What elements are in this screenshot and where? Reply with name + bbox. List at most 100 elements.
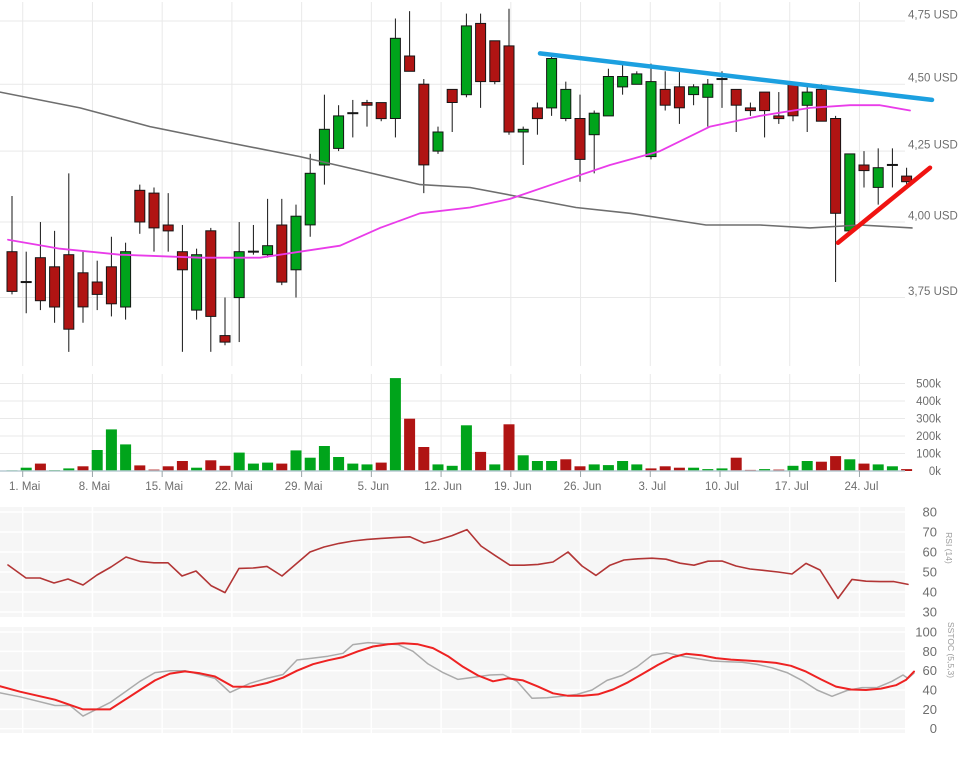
candle-up — [305, 173, 315, 225]
volume-bar — [205, 460, 216, 471]
volume-bar — [631, 464, 642, 471]
candle-down — [774, 116, 784, 119]
stoch-panel-bg — [0, 627, 905, 733]
volume-axis-label: 400k — [916, 396, 941, 408]
volume-bar — [844, 459, 855, 471]
candle-up — [263, 246, 273, 255]
date-axis-label: 17. Jul — [775, 481, 809, 493]
volume-bar — [461, 425, 472, 471]
date-axis-label: 12. Jun — [424, 481, 462, 493]
date-axis-label: 1. Mai — [9, 481, 40, 493]
volume-bar — [873, 464, 884, 471]
candle-down — [504, 46, 514, 132]
volume-bar — [433, 464, 444, 471]
candle-down — [206, 231, 216, 317]
volume-axis-label: 100k — [916, 449, 941, 461]
volume-axis: 500k 400k 300k 200k 100k 0k — [916, 379, 941, 479]
volume-bar — [305, 458, 316, 471]
volume-bar — [120, 444, 131, 471]
volume-bar — [333, 457, 344, 471]
volume-bar — [504, 424, 515, 471]
volume-bar — [518, 455, 529, 471]
price-axis-label: 4,00 USD — [908, 211, 958, 223]
stoch-panel: 100806040200SSTOC (5,5,3) — [0, 622, 956, 736]
volume-bar — [816, 462, 827, 471]
price-axis-label: 3,75 USD — [908, 286, 958, 298]
candle-up — [547, 59, 557, 108]
volume-bar — [489, 464, 500, 471]
candle-down — [731, 89, 741, 105]
date-axis-label: 5. Jun — [358, 481, 389, 493]
candle-down — [532, 108, 542, 119]
candle-down — [7, 252, 17, 292]
candle-up — [802, 92, 812, 105]
candle-up — [518, 129, 528, 132]
volume-axis-label: 500k — [916, 379, 941, 391]
volume-axis-label: 200k — [916, 431, 941, 443]
candlestick-series — [7, 9, 912, 352]
candle-up — [561, 89, 571, 118]
volume-bar — [802, 461, 813, 471]
price-axis: 4,75 USD4,50 USD4,25 USD4,00 USD3,75 USD — [908, 9, 958, 298]
candle-down — [660, 89, 670, 105]
candle-up — [873, 168, 883, 188]
rsi-axis-label: 70 — [923, 525, 937, 540]
candle-down — [816, 89, 826, 121]
volume-bar — [262, 463, 273, 471]
rsi-axis-label: 50 — [923, 565, 937, 580]
volume-bar — [347, 464, 358, 471]
candle-down — [149, 193, 159, 228]
volume-bar — [418, 447, 429, 471]
volume-bar — [830, 456, 841, 471]
candle-down — [220, 336, 230, 343]
volume-bar — [177, 461, 188, 471]
stoch-axis-label: 80 — [923, 644, 937, 659]
candle-up — [334, 116, 344, 148]
volume-bar — [248, 464, 259, 471]
volume-bar — [603, 465, 614, 471]
volume-bar — [376, 463, 387, 471]
date-axis-label: 22. Mai — [215, 481, 253, 493]
candle-up — [589, 113, 599, 135]
candle-down — [447, 89, 457, 102]
stock-chart[interactable]: 4,75 USD4,50 USD4,25 USD4,00 USD3,75 USD… — [0, 0, 968, 765]
date-axis-label: 15. Mai — [145, 481, 183, 493]
volume-bar — [276, 464, 287, 471]
date-axis-label: 24. Jul — [845, 481, 879, 493]
candle-up — [603, 77, 613, 116]
rsi-axis-label: 40 — [923, 585, 937, 600]
candle-up — [319, 129, 329, 165]
date-axis: 1. Mai 8. Mai 15. Mai 22. Mai 29. Mai 5. Jun 1… — [9, 481, 878, 493]
date-axis-label: 8. Mai — [79, 481, 110, 493]
date-axis-label: 3. Jul — [639, 481, 667, 493]
rsi-axis-label: 60 — [923, 545, 937, 560]
candle-down — [163, 225, 173, 231]
price-axis-label: 4,25 USD — [908, 140, 958, 152]
volume-axis-label: 0k — [929, 466, 941, 478]
ma-fast-line — [8, 105, 910, 258]
stoch-axis-label: 0 — [930, 721, 937, 736]
candle-up — [433, 132, 443, 151]
volume-bar — [589, 464, 600, 471]
candle-up — [390, 38, 400, 118]
volume-bar — [106, 429, 117, 471]
candle-down — [177, 252, 187, 270]
candle-up — [291, 216, 301, 270]
candle-down — [376, 103, 386, 119]
price-axis-label: 4,75 USD — [908, 9, 958, 21]
candle-up — [646, 82, 656, 157]
date-axis-label: 26. Jun — [564, 481, 602, 493]
candle-up — [703, 84, 713, 97]
date-axis-label: 29. Mai — [285, 481, 323, 493]
date-axis-label: 19. Jun — [494, 481, 532, 493]
candle-up — [192, 255, 202, 310]
stoch-axis-label: 40 — [923, 683, 937, 698]
candle-up — [845, 154, 855, 231]
volume-series — [0, 378, 912, 477]
candle-down — [362, 103, 372, 106]
candle-down — [490, 41, 500, 82]
volume-bar — [134, 465, 145, 471]
chart-canvas[interactable]: 4,75 USD4,50 USD4,25 USD4,00 USD3,75 USD… — [0, 0, 968, 765]
candle-down — [64, 255, 74, 330]
volume-axis-label: 300k — [916, 414, 941, 426]
